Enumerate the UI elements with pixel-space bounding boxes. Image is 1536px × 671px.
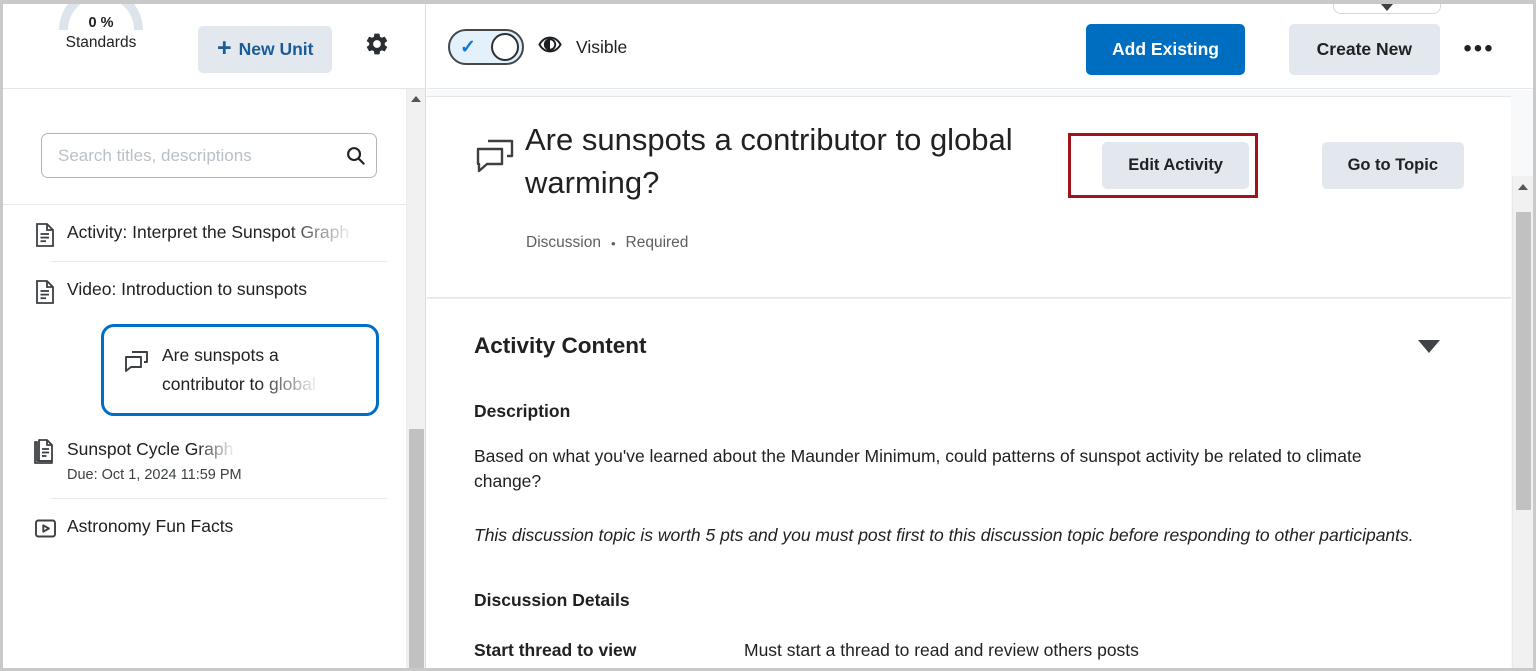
discussion-icon <box>116 341 158 375</box>
check-icon: ✓ <box>460 36 476 58</box>
detail-row: Start thread to view Must start a thread… <box>474 640 1464 661</box>
search-icon[interactable] <box>334 134 376 177</box>
new-unit-label: New Unit <box>238 39 314 59</box>
discussion-icon <box>474 137 516 182</box>
description-heading: Description <box>474 401 571 421</box>
list-item-text: Video: Introduction to sunspots <box>63 275 307 304</box>
scroll-up-arrow-icon[interactable] <box>1513 176 1533 198</box>
more-options-icon[interactable]: ••• <box>1460 34 1498 64</box>
list-item[interactable]: Sunspot Cycle Graph Due: Oct 1, 2024 11:… <box>3 422 407 498</box>
gear-icon[interactable] <box>361 28 393 60</box>
toggle-knob <box>491 33 519 61</box>
edit-activity-button[interactable]: Edit Activity <box>1102 142 1249 189</box>
activity-type: Discussion <box>526 234 601 251</box>
list-item-due-date: Due: Oct 1, 2024 11:59 PM <box>67 466 242 483</box>
list-item-text: Activity: Interpret the Sunspot Graph <box>63 218 349 247</box>
detail-label: Start thread to view <box>474 640 637 661</box>
activity-toolbar: ✓ Visible Add Existing Create New ••• <box>427 4 1533 89</box>
scroll-up-arrow-icon[interactable] <box>407 89 425 109</box>
gauge-percent: 0 % <box>88 15 114 31</box>
description-paragraph: Based on what you've learned about the M… <box>474 446 1362 492</box>
eye-icon <box>538 36 562 58</box>
list-item-text: Astronomy Fun Facts <box>63 512 233 541</box>
activity-requirement: Required <box>625 234 689 251</box>
activity-header-card: Are sunspots a contributor to global war… <box>427 96 1511 298</box>
activity-scroll-region: Are sunspots a contributor to global war… <box>427 90 1533 668</box>
search-input[interactable] <box>42 145 334 166</box>
section-title: Activity Content <box>474 333 647 358</box>
content-scrollbar[interactable] <box>1512 176 1533 668</box>
sidebar-scrollbar-thumb[interactable] <box>409 429 424 668</box>
list-item-text: Sunspot Cycle Graph Due: Oct 1, 2024 11:… <box>63 435 272 485</box>
list-item-title: Activity: Interpret the Sunspot Graph <box>67 222 350 242</box>
gauge-label: Standards <box>65 34 137 51</box>
caret-down-icon[interactable] <box>1418 339 1440 353</box>
assignment-icon <box>27 435 63 466</box>
course-units-sidebar: 0 % Standards + New Unit Search titles, … <box>3 4 426 668</box>
units-list[interactable]: Activity: Interpret the Sunspot Graph Vi… <box>3 204 407 668</box>
activity-content-section-header[interactable]: Activity Content <box>474 333 1464 359</box>
list-item-text: Are sunspots a contributor to global <box>158 341 366 399</box>
list-item[interactable]: Activity: Interpret the Sunspot Graph <box>3 205 407 261</box>
meta-separator: • <box>610 235 616 251</box>
add-existing-button[interactable]: Add Existing <box>1086 24 1245 75</box>
content-scrollbar-thumb[interactable] <box>1516 212 1531 510</box>
create-new-button[interactable]: Create New <box>1288 24 1440 75</box>
sidebar-search-area <box>3 89 425 204</box>
chevron-down-icon <box>1381 4 1393 11</box>
list-item-title: Are sunspots a contributor to global <box>162 345 316 394</box>
go-to-topic-button[interactable]: Go to Topic <box>1321 142 1464 189</box>
activity-content-body: Activity Content Description Based on wh… <box>427 298 1511 668</box>
sidebar-header: 0 % Standards + New Unit <box>3 4 425 89</box>
list-item-title: Sunspot Cycle Graph <box>67 438 234 459</box>
discussion-details-heading: Discussion Details <box>474 590 630 611</box>
visibility-toggle[interactable]: ✓ <box>448 29 524 65</box>
partial-dropdown-button[interactable] <box>1333 4 1441 14</box>
new-unit-button[interactable]: + New Unit <box>198 26 333 73</box>
standards-progress-gauge: 0 % Standards <box>51 4 151 60</box>
visibility-label: Visible <box>576 36 628 57</box>
application-window: 0 % Standards + New Unit Search titles, … <box>0 0 1536 671</box>
search-box[interactable] <box>41 133 377 178</box>
document-icon <box>27 218 63 248</box>
list-item[interactable]: Video: Introduction to sunspots <box>3 262 407 318</box>
description-note: This discussion topic is worth 5 pts and… <box>474 524 1414 545</box>
video-icon <box>27 512 63 541</box>
plus-icon: + <box>217 34 232 62</box>
list-item-title: Video: Introduction to sunspots <box>67 279 307 299</box>
visibility-control: ✓ Visible <box>448 29 627 65</box>
page-title: Are sunspots a contributor to global war… <box>525 122 1013 200</box>
sidebar-scrollbar[interactable] <box>406 89 425 668</box>
activity-meta: Discussion • Required <box>526 234 688 252</box>
list-item-selected[interactable]: Are sunspots a contributor to global <box>101 324 379 416</box>
activity-detail-panel: ✓ Visible Add Existing Create New ••• Ar… <box>427 4 1533 668</box>
list-item-title: Astronomy Fun Facts <box>67 515 234 536</box>
document-icon <box>27 275 63 305</box>
detail-value: Must start a thread to read and review o… <box>744 640 1139 661</box>
list-item[interactable]: Astronomy Fun Facts <box>3 499 407 554</box>
